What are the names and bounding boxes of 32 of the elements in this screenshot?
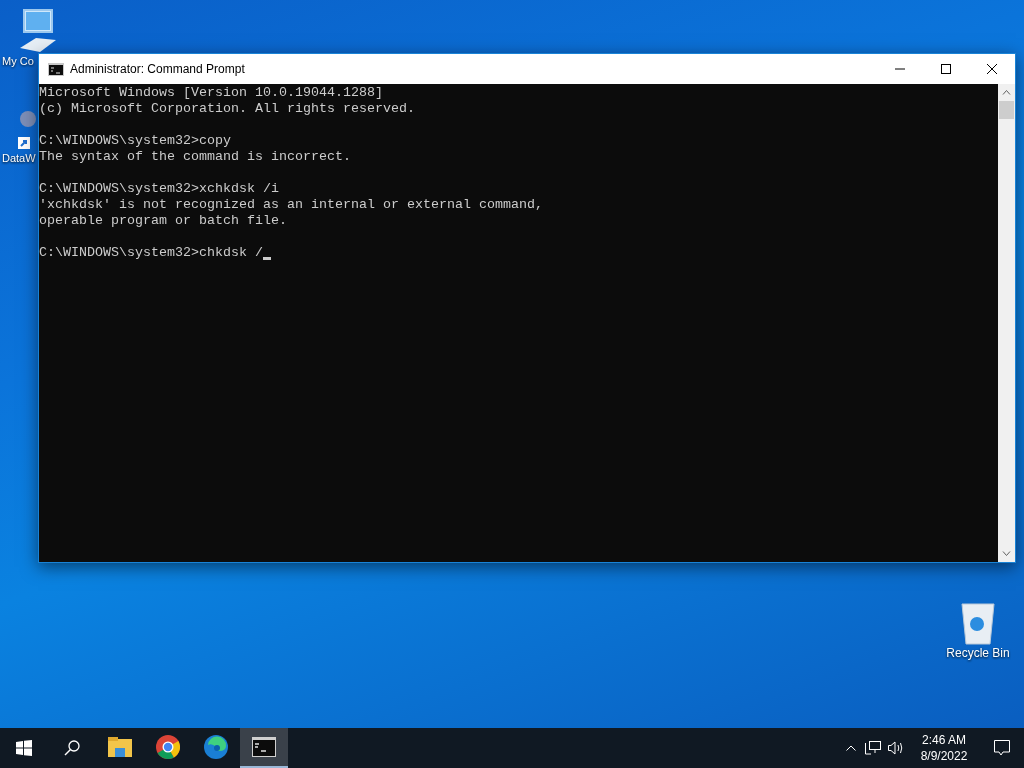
console-line: C:\WINDOWS\system32>chkdsk / — [39, 245, 263, 261]
console-line: 'xchkdsk' is not recognized as an internal or external command, — [39, 197, 543, 213]
window-title: Administrator: Command Prompt — [70, 61, 245, 78]
desktop-icon-label[interactable]: Recycle Bin — [946, 646, 1010, 661]
folder-icon — [108, 737, 132, 757]
console-line: C:\WINDOWS\system32>copy — [39, 133, 231, 149]
console-line: The syntax of the command is incorrect. — [39, 149, 351, 165]
windows-icon — [16, 740, 32, 756]
scroll-up-icon — [1002, 90, 1011, 95]
recycle-bin-icon — [958, 600, 998, 646]
network-icon — [865, 741, 881, 755]
chrome-icon — [156, 735, 180, 759]
edge-icon — [204, 735, 228, 759]
console-line: C:\WINDOWS\system32>xchkdsk /i — [39, 181, 279, 197]
notification-icon — [994, 740, 1010, 756]
taskbar-app-button[interactable] — [240, 728, 288, 768]
scroll-down-icon — [1002, 551, 1011, 556]
desktop-icon-label[interactable]: DataW — [2, 151, 36, 166]
console-line: (c) Microsoft Corporation. All rights reserved. — [39, 101, 415, 117]
scrollbar[interactable] — [998, 84, 1015, 562]
chevron-up-icon — [846, 745, 856, 751]
speaker-icon — [888, 741, 904, 755]
console-line: Microsoft Windows [Version 10.0.19044.1288] — [39, 85, 383, 101]
search-icon — [64, 740, 80, 756]
maximize-icon — [941, 64, 951, 74]
desktop-icon-label[interactable]: My Co — [2, 54, 34, 69]
clock[interactable]: 2:46 AM 8/9/2022 — [908, 728, 980, 768]
console-line: operable program or batch file. — [39, 213, 287, 229]
terminal-icon — [48, 62, 64, 76]
close-icon — [987, 64, 997, 74]
terminal-icon — [252, 737, 276, 757]
scrollbar-thumb[interactable] — [999, 101, 1014, 119]
